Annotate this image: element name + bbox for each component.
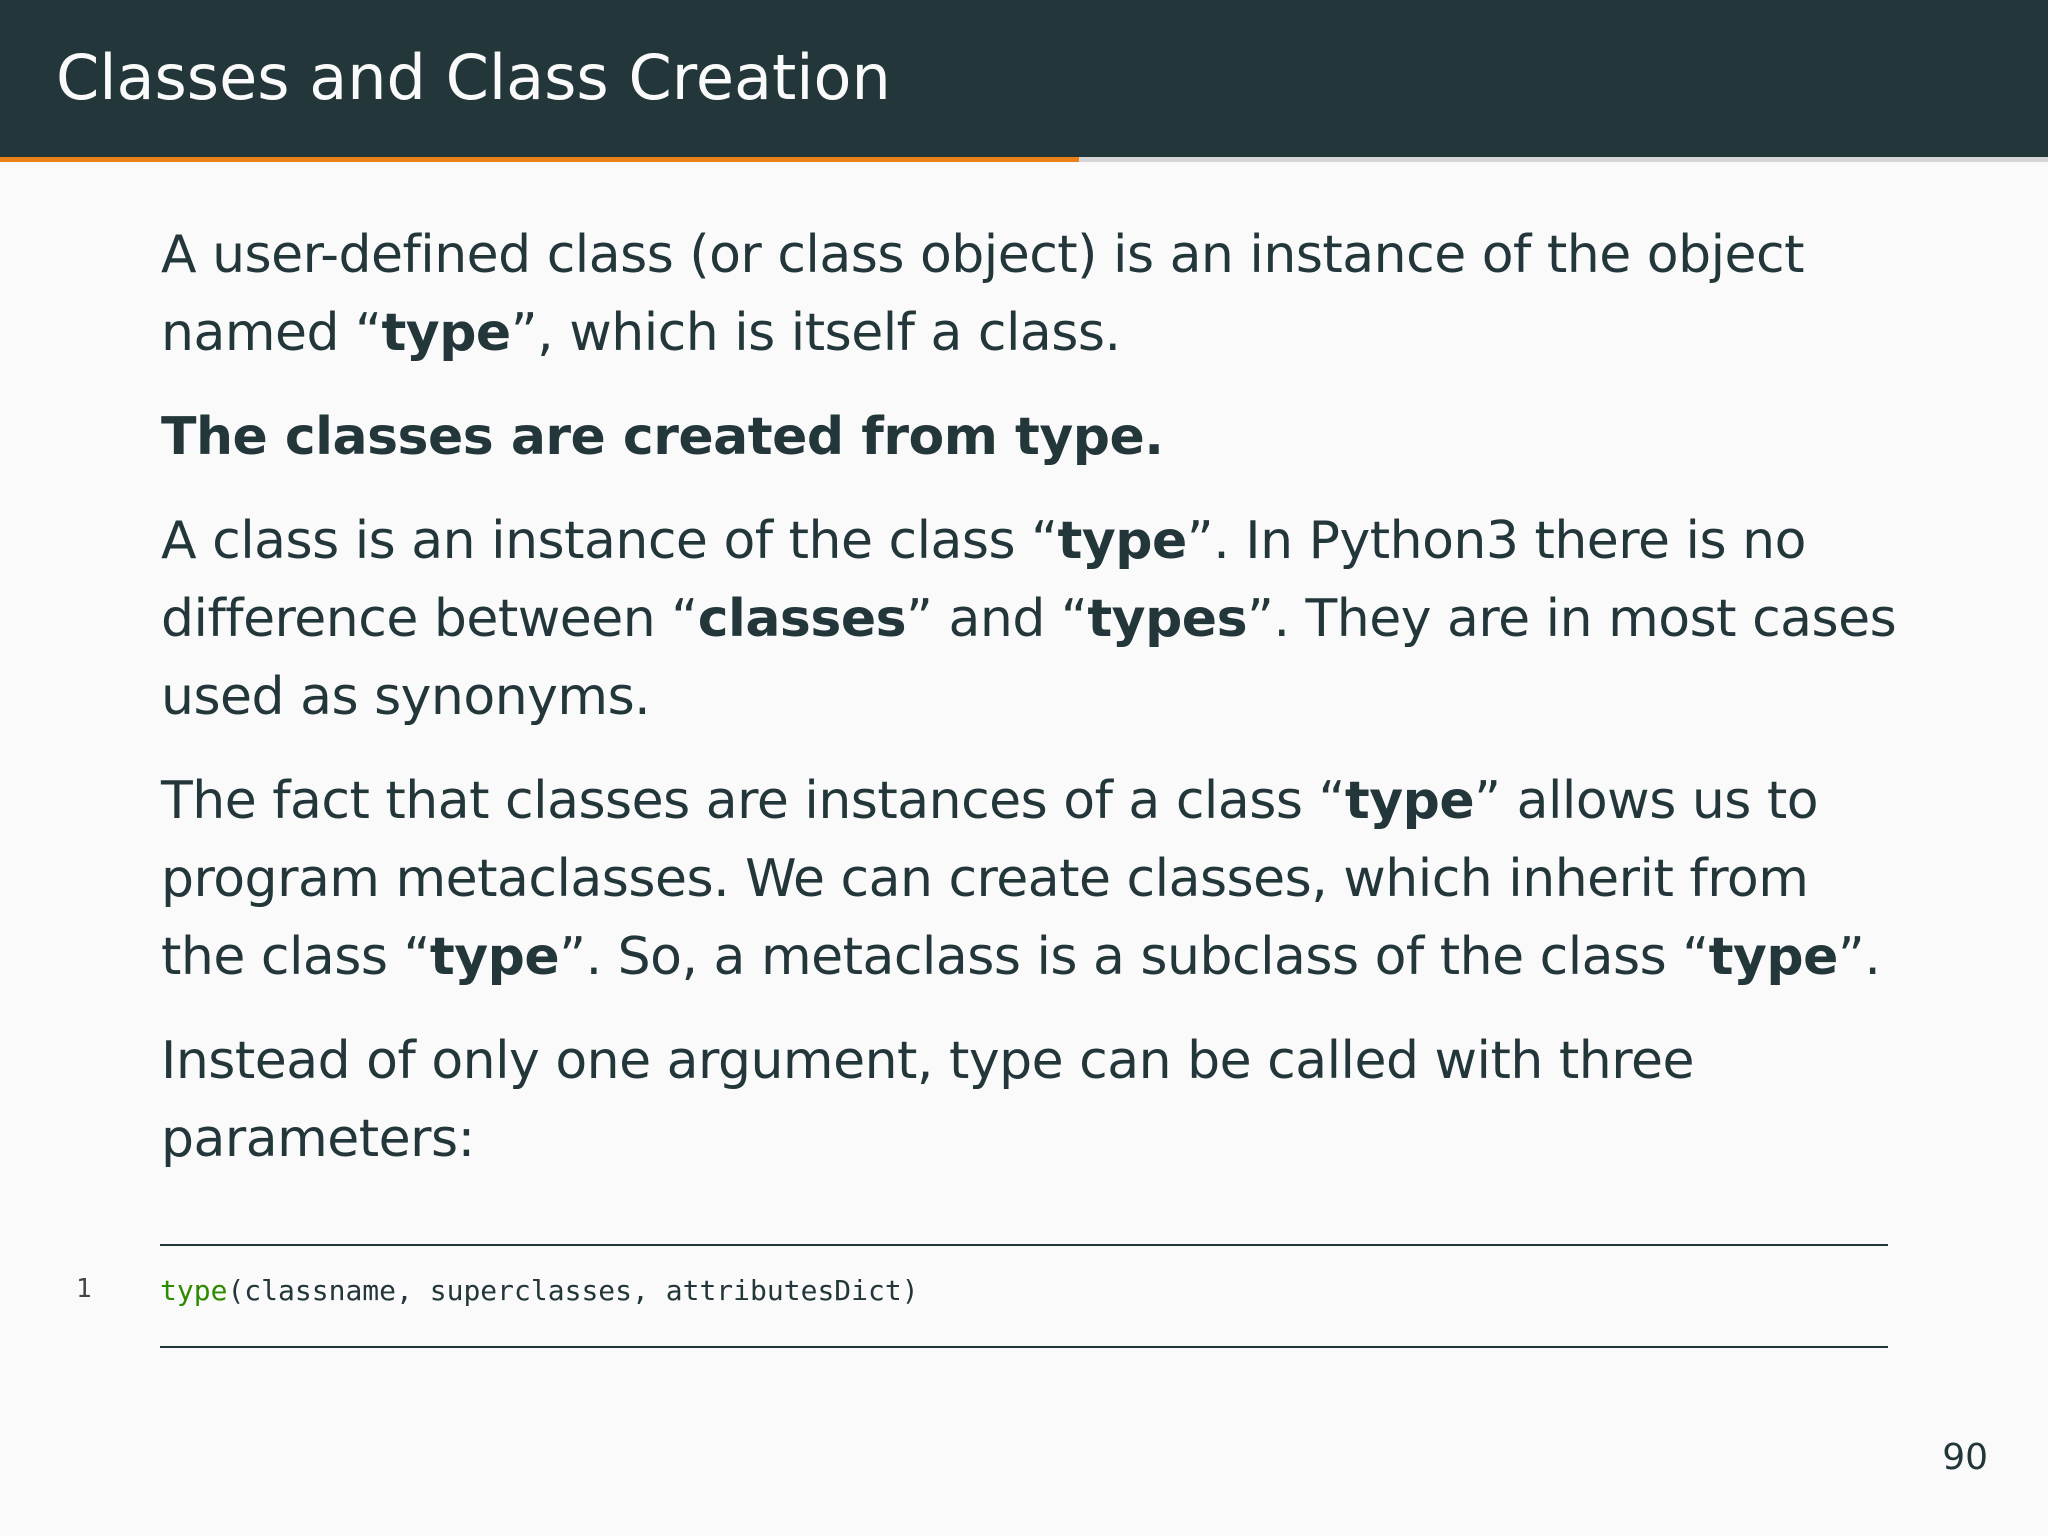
paragraph-text: Instead of only one argument, type can b… (161, 1031, 1694, 1169)
emphasis-text: type (381, 303, 511, 363)
page-number: 90 (1942, 1437, 1988, 1478)
progress-bar-fill (0, 157, 1080, 162)
code-line-number: 1 (76, 1274, 92, 1304)
emphasis-text: type (1344, 771, 1475, 831)
paragraph-4: The fact that classes are instances of a… (161, 762, 1901, 996)
paragraph-3: A class is an instance of the class “typ… (161, 502, 1901, 736)
paragraph-2: The classes are created from type. (161, 398, 1901, 476)
slide-title: Classes and Class Creation (56, 41, 891, 114)
paragraph-text: A class is an instance of the class “ (161, 511, 1058, 571)
emphasis-text: The classes are created from type. (161, 407, 1164, 467)
slide-body: A user-defined class (or class object) i… (161, 216, 1901, 1204)
paragraph-text: ”, which is itself a class. (510, 303, 1121, 363)
slide-header: Classes and Class Creation (0, 0, 2048, 157)
paragraph-text: ”. (1837, 927, 1881, 987)
paragraph-text: ”. So, a metaclass is a subclass of the … (559, 927, 1709, 987)
emphasis-text: type (1708, 927, 1839, 987)
paragraph-5: Instead of only one argument, type can b… (161, 1022, 1901, 1178)
progress-bar (0, 157, 2048, 162)
code-line: type(classname, superclasses, attributes… (160, 1274, 919, 1308)
emphasis-text: classes (697, 589, 907, 649)
emphasis-text: type (1057, 511, 1188, 571)
emphasis-text: type (429, 927, 560, 987)
code-block: type(classname, superclasses, attributes… (160, 1244, 1888, 1348)
paragraph-text: The fact that classes are instances of a… (161, 771, 1345, 831)
code-arguments: (classname, superclasses, attributesDict… (227, 1274, 919, 1307)
paragraph-text: ” and “ (906, 589, 1088, 649)
paragraph-1: A user-defined class (or class object) i… (161, 216, 1901, 372)
code-keyword: type (160, 1274, 228, 1307)
emphasis-text: types (1087, 589, 1248, 649)
